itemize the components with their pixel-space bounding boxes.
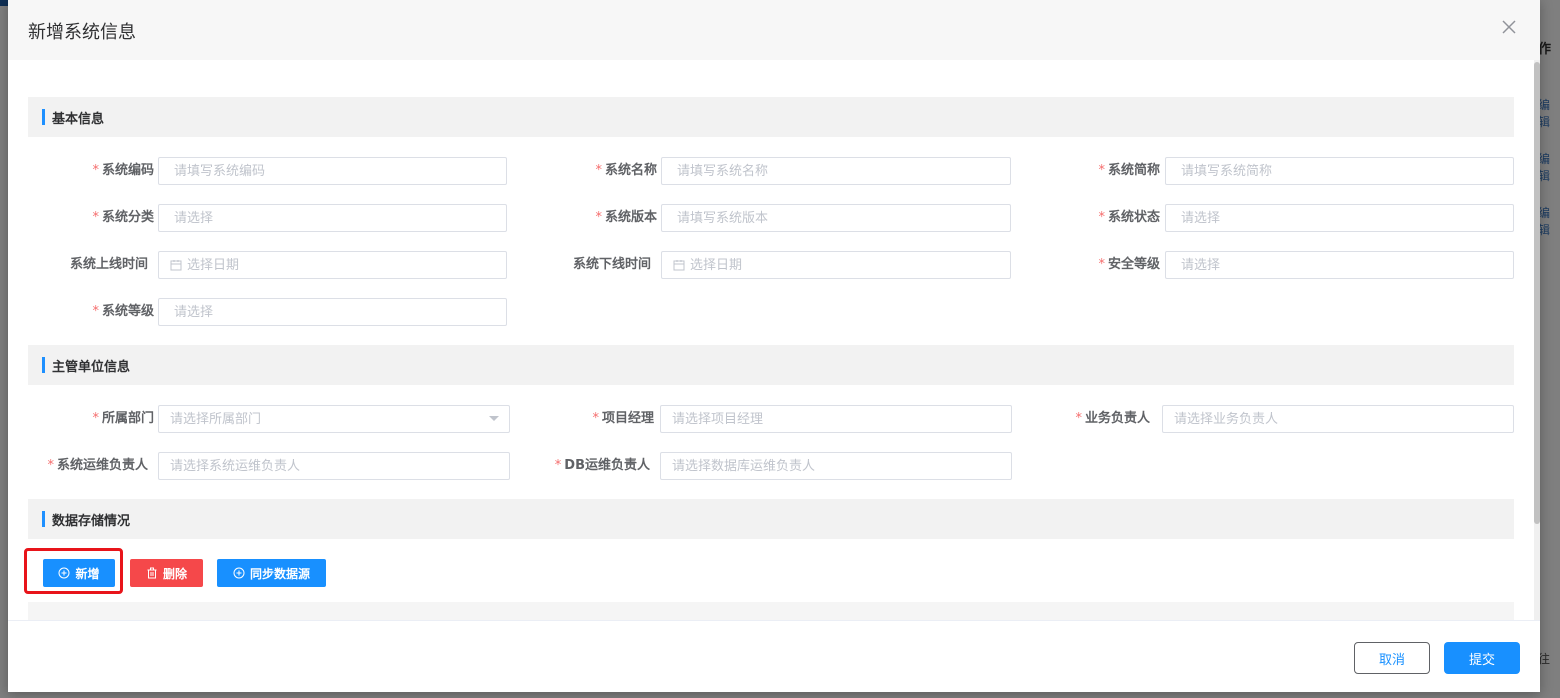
field-label: 安全等级: [1107, 257, 1160, 272]
footer-divider: [8, 620, 1540, 621]
required-mark: *: [595, 163, 602, 178]
required-mark: *: [1098, 257, 1105, 272]
business-owner-label: * 业务负责人: [1010, 405, 1150, 433]
plus-circle-icon: [233, 567, 245, 579]
field-label: 系统状态: [1107, 210, 1160, 225]
field-label: 系统版本: [604, 210, 657, 225]
button-label: 删除: [162, 566, 187, 581]
security-level-label: * 安全等级: [1020, 251, 1160, 279]
field-label: 系统等级: [101, 304, 154, 319]
offline-time-datepicker[interactable]: [661, 251, 1011, 279]
field-label: 系统运维负责人: [56, 458, 148, 473]
required-mark: *: [595, 210, 602, 225]
close-icon[interactable]: [1498, 16, 1520, 38]
field-label: 所属部门: [101, 411, 154, 426]
required-mark: *: [1098, 210, 1105, 225]
system-code-label: * 系统编码: [14, 157, 154, 185]
project-manager-select[interactable]: [660, 405, 1012, 433]
ops-owner-label: * 系统运维负责人: [8, 452, 148, 480]
scrollbar-thumb[interactable]: [1534, 62, 1540, 524]
required-mark: *: [1098, 163, 1105, 178]
system-level-select[interactable]: [158, 298, 507, 326]
section-title: 主管单位信息: [52, 360, 131, 375]
section-data-storage: 数据存储情况: [28, 499, 1514, 539]
field-label: 系统下线时间: [572, 257, 651, 272]
required-mark: *: [47, 458, 54, 473]
system-code-input[interactable]: [158, 157, 507, 185]
field-label: 业务负责人: [1084, 411, 1150, 426]
dialog-header: 新增系统信息: [8, 0, 1540, 60]
delete-storage-button[interactable]: 删除: [130, 559, 203, 587]
online-time-input[interactable]: [187, 252, 387, 278]
system-version-input[interactable]: [661, 204, 1011, 232]
required-mark: *: [92, 411, 99, 426]
system-category-select[interactable]: [158, 204, 507, 232]
ops-owner-select[interactable]: [158, 452, 510, 480]
section-accent-bar: [42, 357, 45, 373]
field-label: 项目经理: [601, 411, 654, 426]
button-label: 新增: [75, 566, 100, 581]
plus-circle-icon: [58, 567, 70, 579]
system-status-select[interactable]: [1165, 204, 1514, 232]
offline-time-input[interactable]: [690, 252, 890, 278]
system-status-label: * 系统状态: [1020, 204, 1160, 232]
sync-datasource-button[interactable]: 同步数据源: [217, 559, 326, 587]
section-title: 基本信息: [52, 112, 105, 127]
field-label: 系统分类: [101, 210, 154, 225]
calendar-icon: [673, 260, 685, 271]
required-mark: *: [92, 304, 99, 319]
section-accent-bar: [42, 109, 45, 125]
security-level-select[interactable]: [1165, 251, 1514, 279]
db-owner-select[interactable]: [660, 452, 1012, 480]
trash-icon: [147, 567, 157, 579]
storage-table-header: [28, 602, 1514, 620]
system-abbr-input[interactable]: [1165, 157, 1514, 185]
section-title: 数据存储情况: [52, 514, 131, 529]
required-mark: *: [592, 411, 599, 426]
business-owner-select[interactable]: [1162, 405, 1514, 433]
required-mark: *: [554, 458, 562, 473]
project-manager-label: * 项目经理: [514, 405, 654, 433]
online-time-label: 系统上线时间: [8, 251, 148, 279]
system-name-input[interactable]: [661, 157, 1011, 185]
required-mark: *: [92, 163, 99, 178]
system-level-label: * 系统等级: [14, 298, 154, 326]
field-label: 系统编码: [101, 163, 154, 178]
field-label: 系统简称: [1107, 163, 1160, 178]
add-storage-button[interactable]: 新增: [43, 559, 115, 587]
offline-time-label: 系统下线时间: [511, 251, 651, 279]
system-abbr-label: * 系统简称: [1020, 157, 1160, 185]
required-mark: *: [92, 210, 99, 225]
field-label: 系统名称: [604, 163, 657, 178]
cancel-button[interactable]: 取消: [1354, 642, 1430, 674]
field-label: 系统上线时间: [69, 257, 148, 272]
button-label: 同步数据源: [249, 566, 310, 581]
field-label: DB运维负责人: [564, 458, 650, 473]
chevron-down-icon[interactable]: [489, 416, 499, 421]
section-basic-info: 基本信息: [28, 97, 1514, 137]
submit-button[interactable]: 提交: [1444, 642, 1520, 674]
add-system-dialog: 新增系统信息 基本信息 *系统编码 *系统名称 *系统简称 *系统分类 *系统版…: [8, 0, 1540, 692]
section-department-info: 主管单位信息: [28, 345, 1514, 385]
system-category-label: * 系统分类: [14, 204, 154, 232]
system-name-label: * 系统名称: [517, 157, 657, 185]
db-owner-label: * DB运维负责人: [510, 452, 650, 480]
department-select[interactable]: [158, 405, 510, 433]
required-mark: *: [1075, 411, 1082, 426]
online-time-datepicker[interactable]: [158, 251, 507, 279]
system-version-label: * 系统版本: [517, 204, 657, 232]
dialog-title: 新增系统信息: [28, 22, 136, 43]
calendar-icon: [170, 260, 182, 271]
section-accent-bar: [42, 511, 45, 527]
department-label: * 所属部门: [14, 405, 154, 433]
